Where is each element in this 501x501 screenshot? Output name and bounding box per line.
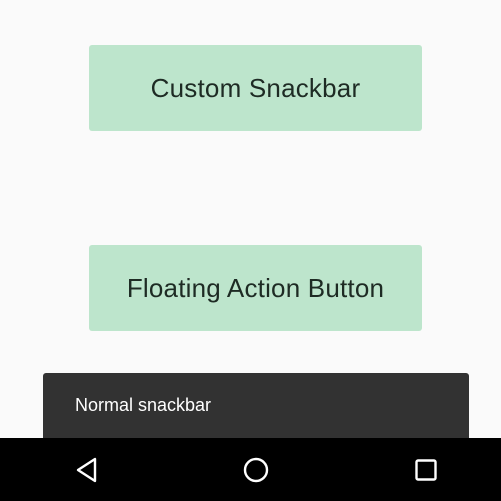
- custom-snackbar-button[interactable]: Custom Snackbar: [89, 45, 422, 131]
- floating-action-button-button[interactable]: Floating Action Button: [89, 245, 422, 331]
- navigation-bar: [0, 438, 501, 501]
- snackbar: Normal snackbar: [43, 373, 469, 438]
- back-icon: [76, 457, 97, 482]
- app-screen: Custom Snackbar Floating Action Button N…: [0, 0, 501, 501]
- back-button[interactable]: [47, 438, 127, 501]
- snackbar-message: Normal snackbar: [75, 395, 212, 415]
- recents-icon: [415, 458, 437, 481]
- recents-button[interactable]: [386, 438, 466, 501]
- home-icon: [243, 457, 269, 482]
- home-button[interactable]: [216, 438, 296, 501]
